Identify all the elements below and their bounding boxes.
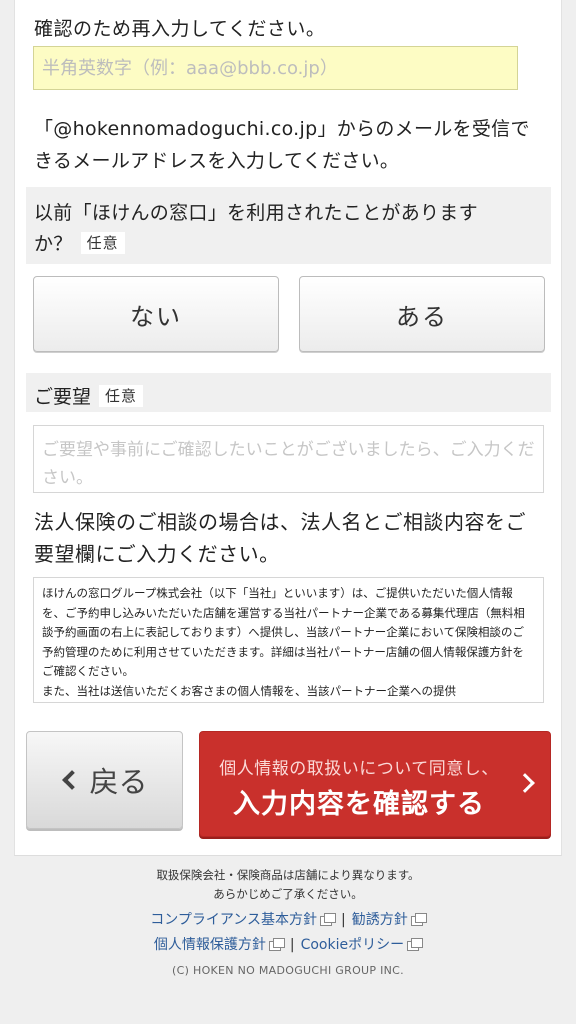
compliance-policy-link-text: コンプライアンス基本方針 <box>150 912 318 928</box>
copyright: (C) HOKEN NO MADOGUCHI GROUP INC. <box>172 964 404 977</box>
external-window-icon <box>410 913 427 926</box>
footer-links-row-2: 個人情報保護方針 | Cookieポリシー <box>0 934 576 954</box>
privacy-text-box[interactable]: ほけんの窓口グループ株式会社（以下「当社」といいます）は、ご提供いただいた個人情… <box>33 577 544 703</box>
optional-badge: 任意 <box>80 232 125 254</box>
privacy-policy-link[interactable]: 個人情報保護方針 <box>153 937 285 953</box>
corporate-note: 法人保険のご相談の場合は、法人名とご相談内容をご要望欄にご入力ください。 <box>34 510 526 566</box>
request-textarea[interactable] <box>33 425 544 493</box>
footer-links-row-1: コンプライアンス基本方針 | 勧誘方針 <box>0 909 576 929</box>
link-separator: | <box>341 912 346 928</box>
solicitation-policy-link-text: 勧誘方針 <box>351 912 408 928</box>
request-label-text: ご要望 <box>34 386 92 408</box>
previous-use-no-button[interactable]: ない <box>33 276 279 352</box>
footer-note: 取扱保険会社・保険商品は店舗により異なります。 あらかじめご了承ください。 <box>0 866 576 904</box>
optional-badge: 任意 <box>99 385 144 407</box>
previous-use-question: 以前「ほけんの窓口」を利用されたことがありますか？ 任意 <box>34 198 494 260</box>
external-window-icon <box>407 938 424 951</box>
cookie-policy-link[interactable]: Cookieポリシー <box>300 937 424 953</box>
compliance-policy-link[interactable]: コンプライアンス基本方針 <box>150 912 337 928</box>
cookie-policy-link-text: Cookieポリシー <box>300 937 405 953</box>
previous-use-yes-button[interactable]: ある <box>299 276 545 352</box>
solicitation-policy-link[interactable]: 勧誘方針 <box>351 912 427 928</box>
link-separator: | <box>289 937 295 953</box>
confirm-button[interactable]: 個人情報の取扱いについて同意し、 入力内容を確認する <box>199 731 551 837</box>
email-note: 「@hokennomadoguchi.co.jp」からのメールを受信できるメール… <box>34 118 530 172</box>
footer-note-line1: 取扱保険会社・保険商品は店舗により異なります。 <box>156 868 420 882</box>
privacy-policy-link-text: 個人情報保護方針 <box>153 937 266 953</box>
external-window-icon <box>268 938 285 951</box>
email-confirm-input[interactable] <box>33 46 518 90</box>
footer-note-line2: あらかじめご了承ください。 <box>213 887 363 901</box>
chevron-right-icon <box>515 773 535 793</box>
back-button-label: 戻る <box>89 765 148 799</box>
privacy-text: ほけんの窓口グループ株式会社（以下「当社」といいます）は、ご提供いただいた個人情… <box>42 586 525 698</box>
confirm-button-label: 入力内容を確認する <box>233 789 485 820</box>
email-confirm-label: 確認のため再入力してください。 <box>34 18 326 40</box>
back-button[interactable]: 戻る <box>26 731 183 829</box>
external-window-icon <box>320 913 337 926</box>
confirm-button-sublabel: 個人情報の取扱いについて同意し、 <box>219 759 499 779</box>
chevron-left-icon <box>62 770 83 790</box>
request-label: ご要望 任意 <box>34 382 144 409</box>
